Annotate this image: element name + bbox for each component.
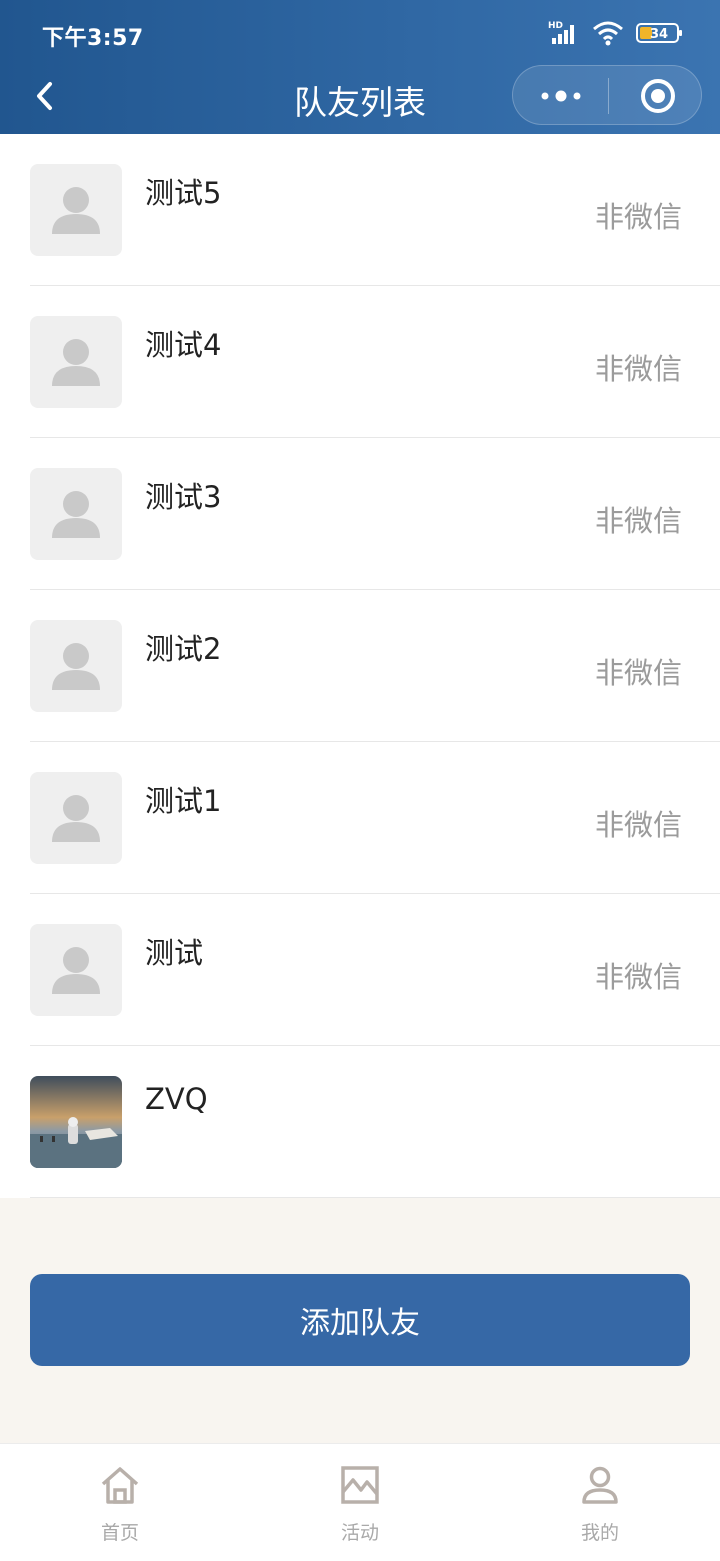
- avatar-photo: [30, 1076, 122, 1168]
- user-photo-image: [30, 1076, 122, 1168]
- teammate-name: 测试5: [145, 176, 222, 210]
- capsule-divider: [608, 78, 609, 114]
- teammate-row[interactable]: 测试4 非微信: [0, 286, 720, 438]
- tab-activity[interactable]: 活动: [240, 1444, 480, 1561]
- close-miniprogram-icon[interactable]: [639, 77, 677, 115]
- teammate-name: 测试1: [145, 784, 222, 818]
- battery-icon: 34: [636, 23, 682, 43]
- default-avatar-icon: [52, 947, 100, 994]
- tab-profile[interactable]: 我的: [480, 1444, 720, 1561]
- teammate-row[interactable]: 测试 非微信: [0, 894, 720, 1046]
- teammate-type: 非微信: [594, 960, 682, 994]
- default-avatar-icon: [52, 187, 100, 234]
- add-teammate-button[interactable]: 添加队友: [30, 1274, 690, 1366]
- default-avatar-icon: [52, 643, 100, 690]
- teammate-name: 测试2: [145, 632, 222, 666]
- activity-icon: [341, 1466, 379, 1504]
- wifi-icon: [593, 21, 623, 46]
- avatar-placeholder: [30, 620, 122, 712]
- teammate-row[interactable]: 测试1 非微信: [0, 742, 720, 894]
- tab-activity-label: 活动: [340, 1522, 379, 1544]
- tab-home[interactable]: 首页: [0, 1444, 240, 1561]
- avatar-placeholder: [30, 772, 122, 864]
- battery-level: 34: [650, 27, 668, 42]
- default-avatar-icon: [52, 339, 100, 386]
- default-avatar-icon: [52, 795, 100, 842]
- header-bar: 下午3:57 HD 34 队友列表: [0, 0, 720, 134]
- teammate-row[interactable]: ZVQ: [0, 1046, 720, 1198]
- teammate-row[interactable]: 测试2 非微信: [0, 590, 720, 742]
- tab-home-label: 首页: [100, 1522, 139, 1544]
- teammate-list: 测试5 非微信 测试4 非微信 测试3 非微信 测试2 非微信 测试1 非微信 …: [0, 134, 720, 1198]
- teammate-name: ZVQ: [145, 1082, 208, 1116]
- avatar-placeholder: [30, 924, 122, 1016]
- home-icon: [101, 1467, 139, 1504]
- teammate-name: 测试4: [145, 328, 222, 362]
- teammate-name: 测试: [145, 936, 204, 970]
- miniprogram-capsule: [512, 65, 702, 125]
- teammate-type: 非微信: [594, 352, 682, 386]
- profile-icon: [582, 1466, 618, 1504]
- status-icons: HD 34: [548, 20, 684, 46]
- status-time: 下午3:57: [42, 26, 144, 51]
- teammate-type: 非微信: [594, 808, 682, 842]
- teammate-type: 非微信: [594, 504, 682, 538]
- teammate-name: 测试3: [145, 480, 222, 514]
- more-icon[interactable]: [539, 86, 583, 106]
- tab-bar: 首页 活动 我的: [0, 1443, 720, 1561]
- teammate-row[interactable]: 测试3 非微信: [0, 438, 720, 590]
- default-avatar-icon: [52, 491, 100, 538]
- avatar-placeholder: [30, 164, 122, 256]
- avatar-placeholder: [30, 468, 122, 560]
- teammate-type: 非微信: [594, 656, 682, 690]
- tab-profile-label: 我的: [580, 1522, 619, 1544]
- teammate-row[interactable]: 测试5 非微信: [0, 134, 720, 286]
- network-type: HD: [548, 21, 563, 31]
- signal-icon: HD: [548, 21, 574, 44]
- avatar-placeholder: [30, 316, 122, 408]
- teammate-type: 非微信: [594, 200, 682, 234]
